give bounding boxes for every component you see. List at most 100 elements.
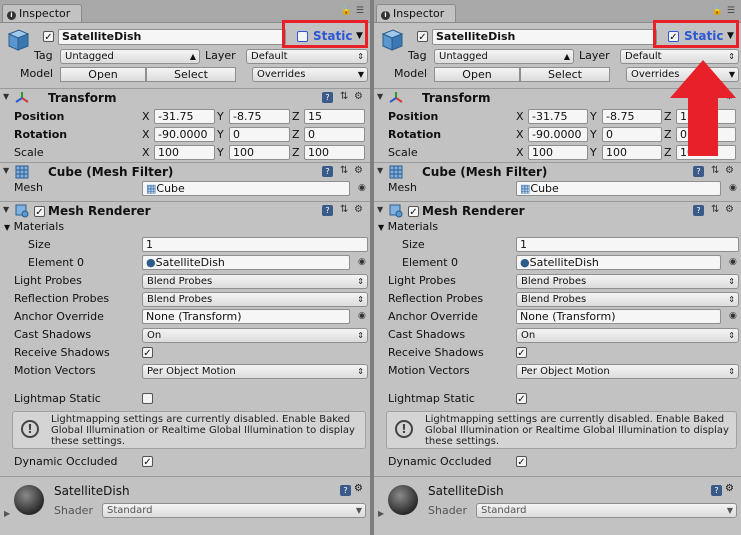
mesh-renderer-enabled-checkbox[interactable]: ✓	[34, 206, 45, 218]
foldout-arrow-icon[interactable]: ▶	[378, 509, 384, 518]
gear-icon[interactable]: ⚙	[725, 204, 734, 215]
object-picker-icon[interactable]: ◉	[358, 257, 366, 267]
size-input[interactable]: 1	[142, 237, 368, 252]
mesh-renderer-enabled-checkbox[interactable]: ✓	[408, 206, 419, 218]
object-picker-icon[interactable]: ◉	[729, 257, 737, 267]
motion-vectors-dropdown[interactable]: Per Object Motion ⇕	[516, 364, 739, 379]
rotation-x-input[interactable]: -90.0000	[528, 127, 588, 142]
position-y-input[interactable]: -8.75	[602, 109, 662, 124]
gear-icon[interactable]: ⚙	[354, 91, 363, 102]
mesh-field[interactable]: ▦Cube	[516, 181, 721, 196]
reflection-probes-dropdown[interactable]: Blend Probes ⇕	[516, 292, 739, 307]
preset-icon[interactable]: ⇅	[711, 165, 719, 176]
scale-y-input[interactable]: 100	[602, 145, 662, 160]
menu-icon[interactable]: ☰	[727, 6, 735, 16]
element-0-field[interactable]: ●SatelliteDish	[516, 255, 721, 270]
tag-dropdown[interactable]: Untagged ▲	[60, 49, 200, 64]
lock-icon[interactable]: 🔒	[712, 6, 723, 16]
receive-shadows-checkbox[interactable]: ✓	[142, 347, 153, 359]
gear-icon[interactable]: ⚙	[354, 204, 363, 215]
receive-shadows-checkbox[interactable]: ✓	[516, 347, 527, 359]
scale-z-input[interactable]: 100	[304, 145, 365, 160]
help-book-icon[interactable]: ?	[711, 485, 722, 496]
foldout-arrow-icon[interactable]: ▼	[377, 92, 383, 101]
lightmap-static-checkbox[interactable]: ✓	[516, 393, 527, 405]
overrides-dropdown[interactable]: Overrides ▼	[252, 67, 368, 82]
object-picker-icon[interactable]: ◉	[358, 183, 366, 193]
active-checkbox[interactable]: ✓	[43, 31, 54, 43]
gear-icon[interactable]: ⚙	[725, 483, 734, 494]
cast-shadows-dropdown[interactable]: On ⇕	[142, 328, 368, 343]
active-checkbox[interactable]: ✓	[417, 31, 428, 43]
dynamic-occluded-checkbox[interactable]: ✓	[516, 456, 527, 468]
scale-x-input[interactable]: 100	[154, 145, 215, 160]
rotation-y-input[interactable]: 0	[229, 127, 290, 142]
size-input[interactable]: 1	[516, 237, 739, 252]
layer-dropdown[interactable]: Default ⇕	[246, 49, 368, 64]
object-name-input[interactable]: SatelliteDish	[58, 29, 286, 45]
open-button[interactable]: Open	[434, 67, 520, 82]
help-book-icon[interactable]: ?	[340, 485, 351, 496]
gear-icon[interactable]: ⚙	[725, 165, 734, 176]
rotation-y-input[interactable]: 0	[602, 127, 662, 142]
object-picker-icon[interactable]: ◉	[358, 311, 366, 321]
foldout-arrow-icon[interactable]: ▼	[3, 205, 9, 214]
rotation-z-input[interactable]: 0	[304, 127, 365, 142]
position-z-input[interactable]: 15	[304, 109, 365, 124]
lock-icon[interactable]: 🔒	[341, 6, 352, 16]
mesh-field[interactable]: ▦Cube	[142, 181, 350, 196]
position-x-input[interactable]: -31.75	[154, 109, 215, 124]
tab-inspector[interactable]: i Inspector	[376, 4, 456, 22]
rotation-x-input[interactable]: -90.0000	[154, 127, 215, 142]
dynamic-occluded-checkbox[interactable]: ✓	[142, 456, 153, 468]
help-book-icon[interactable]: ?	[322, 205, 333, 216]
anchor-override-field[interactable]: None (Transform)	[516, 309, 721, 324]
light-probes-dropdown[interactable]: Blend Probes ⇕	[142, 274, 368, 289]
light-probes-dropdown[interactable]: Blend Probes ⇕	[516, 274, 739, 289]
select-button[interactable]: Select	[146, 67, 236, 82]
gear-icon[interactable]: ⚙	[354, 483, 363, 494]
shader-dropdown[interactable]: Standard ▼	[102, 503, 366, 518]
position-x-input[interactable]: -31.75	[528, 109, 588, 124]
foldout-arrow-icon[interactable]: ▼	[3, 166, 9, 175]
materials-foldout[interactable]: ▼ Materials	[4, 220, 64, 235]
open-button[interactable]: Open	[60, 67, 146, 82]
mesh-filter-header[interactable]: ▼ Cube (Mesh Filter) ? ⇅ ⚙	[0, 162, 370, 183]
help-book-icon[interactable]: ?	[693, 205, 704, 216]
element-0-field[interactable]: ●SatelliteDish	[142, 255, 350, 270]
foldout-arrow-icon[interactable]: ▶	[4, 509, 10, 518]
anchor-override-field[interactable]: None (Transform)	[142, 309, 350, 324]
tab-inspector[interactable]: i Inspector	[2, 4, 82, 22]
cast-shadows-dropdown[interactable]: On ⇕	[516, 328, 739, 343]
scale-y-input[interactable]: 100	[229, 145, 290, 160]
help-book-icon[interactable]: ?	[322, 166, 333, 177]
object-picker-icon[interactable]: ◉	[729, 311, 737, 321]
help-book-icon[interactable]: ?	[693, 166, 704, 177]
mesh-filter-header[interactable]: ▼ Cube (Mesh Filter) ? ⇅ ⚙	[374, 162, 741, 183]
tag-dropdown[interactable]: Untagged ▲	[434, 49, 574, 64]
preset-icon[interactable]: ⇅	[340, 91, 348, 102]
mesh-renderer-header[interactable]: ▼ ✓ Mesh Renderer ? ⇅ ⚙	[0, 201, 370, 222]
object-name-input[interactable]: SatelliteDish	[432, 29, 657, 45]
reflection-probes-dropdown[interactable]: Blend Probes ⇕	[142, 292, 368, 307]
transform-header[interactable]: ▼ Transform ? ⇅ ⚙	[0, 88, 370, 109]
shader-dropdown[interactable]: Standard ▼	[476, 503, 737, 518]
foldout-arrow-icon[interactable]: ▼	[3, 92, 9, 101]
preset-icon[interactable]: ⇅	[711, 204, 719, 215]
scale-x-input[interactable]: 100	[528, 145, 588, 160]
lightmap-static-checkbox[interactable]	[142, 393, 153, 404]
menu-icon[interactable]: ☰	[356, 6, 364, 16]
foldout-arrow-icon[interactable]: ▼	[377, 205, 383, 214]
preset-icon[interactable]: ⇅	[340, 165, 348, 176]
select-button[interactable]: Select	[520, 67, 610, 82]
preset-icon[interactable]: ⇅	[340, 204, 348, 215]
gear-icon[interactable]: ⚙	[354, 165, 363, 176]
help-book-icon[interactable]: ?	[322, 92, 333, 103]
size-label: Size	[402, 238, 425, 251]
object-picker-icon[interactable]: ◉	[729, 183, 737, 193]
materials-foldout[interactable]: ▼ Materials	[378, 220, 438, 235]
foldout-arrow-icon[interactable]: ▼	[377, 166, 383, 175]
position-y-input[interactable]: -8.75	[229, 109, 290, 124]
motion-vectors-dropdown[interactable]: Per Object Motion ⇕	[142, 364, 368, 379]
mesh-renderer-header[interactable]: ▼ ✓ Mesh Renderer ? ⇅ ⚙	[374, 201, 741, 222]
